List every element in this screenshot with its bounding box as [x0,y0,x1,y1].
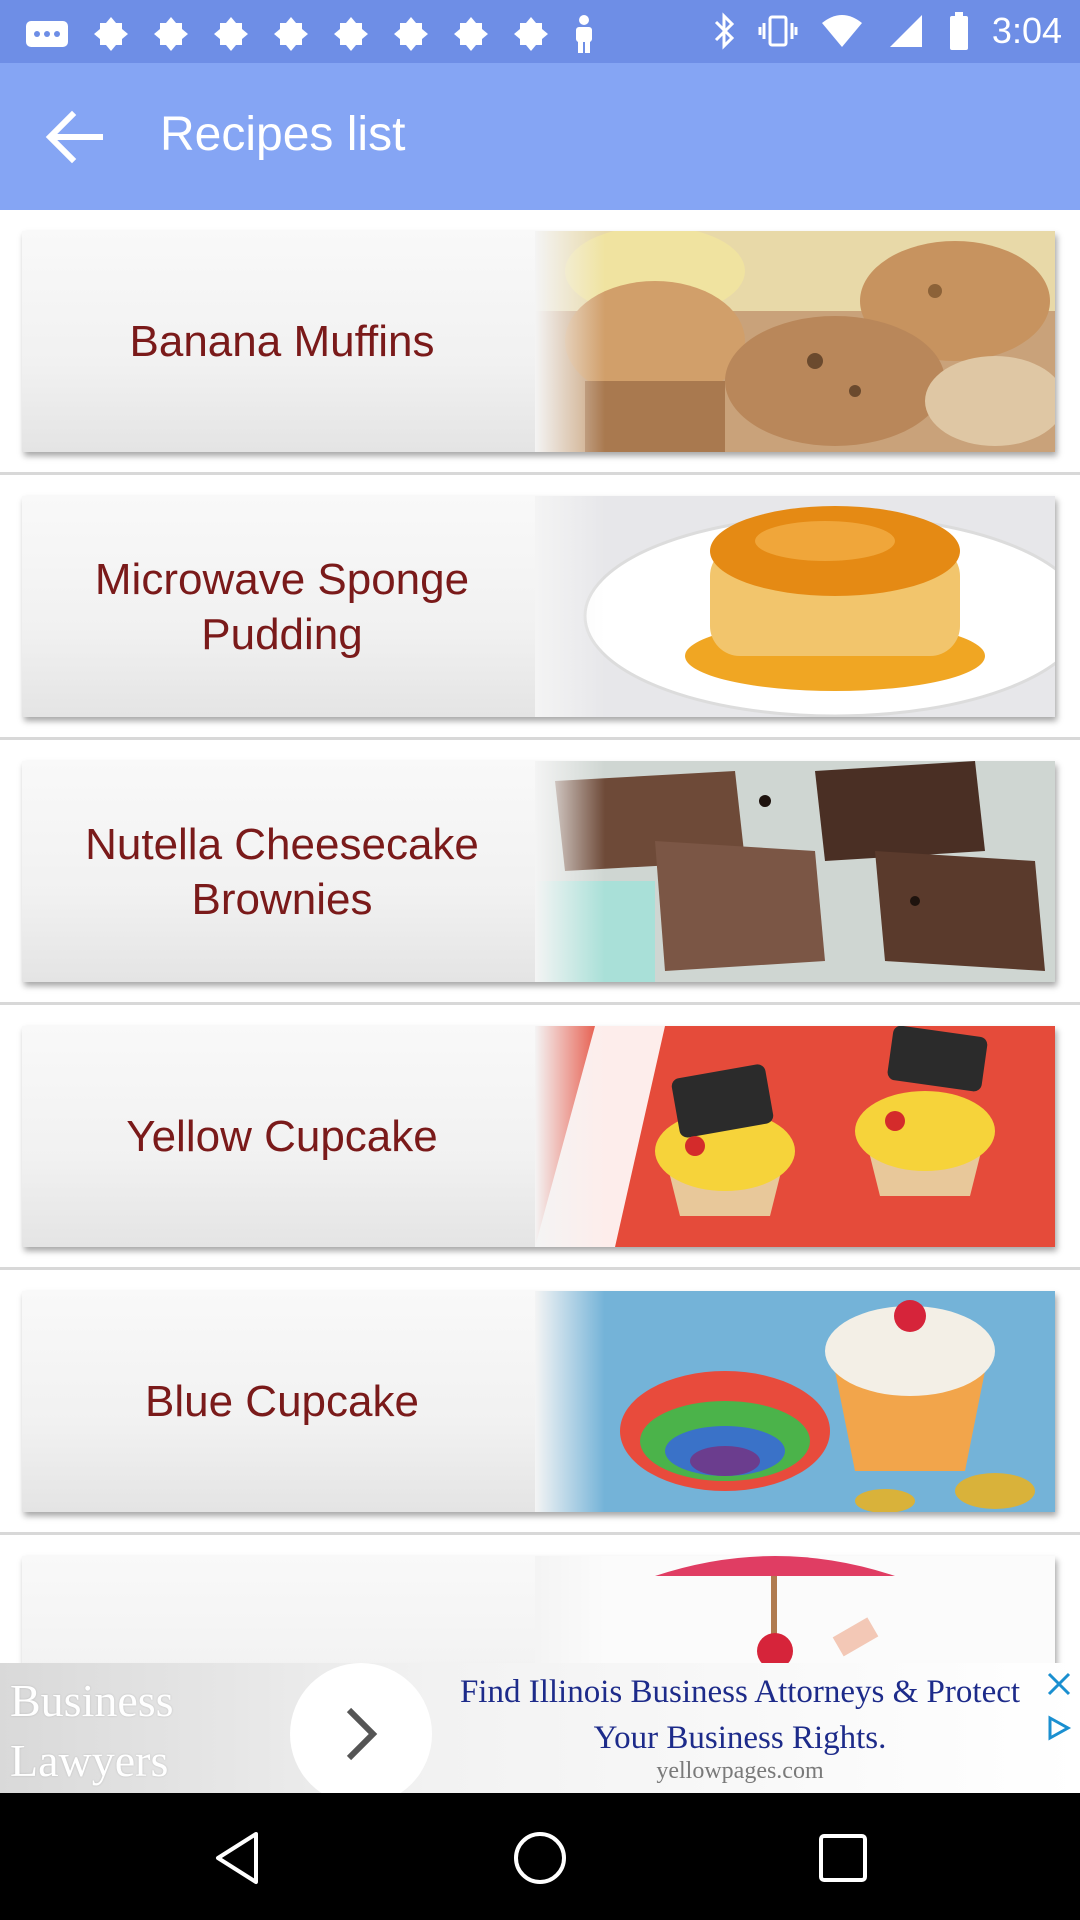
ad-close-button[interactable] [1042,1667,1076,1701]
recipe-card-banana-muffins[interactable]: Banana Muffins [22,231,1055,452]
recipe-card-yellow-cupcake[interactable]: Yellow Cupcake [22,1026,1055,1247]
notification-icon [334,17,368,51]
ad-banner[interactable]: Business Lawyers Find Illinois Business … [0,1663,1080,1793]
recipe-card-brownies[interactable]: Nutella Cheesecake Brownies [22,761,1055,982]
notification-icon [214,17,248,51]
recipe-card-blue-cupcake[interactable]: Blue Cupcake [22,1291,1055,1512]
status-bar: 3:04 [0,0,1080,63]
notification-icon [94,17,128,51]
recipe-title: Yellow Cupcake [126,1112,438,1161]
notification-icon [514,17,548,51]
close-icon [1047,1672,1071,1696]
battery-icon [949,12,968,50]
list-item[interactable]: Yellow Cupcake [0,1005,1080,1270]
signal-icon [889,15,922,47]
brownies-photo [535,761,1055,982]
person-icon [576,15,592,53]
home-circle-icon [514,1832,566,1884]
list-item[interactable]: Microwave Sponge Pudding [0,475,1080,740]
status-notifications [24,14,596,54]
ad-choices-button[interactable] [1042,1711,1076,1745]
ad-url[interactable]: yellowpages.com [450,1758,1030,1785]
ad-arrow-button[interactable] [290,1663,432,1793]
list-item[interactable]: Blue Cupcake [0,1270,1080,1535]
adchoices-icon [1048,1715,1072,1741]
recipe-card-sponge-pudding[interactable]: Microwave Sponge Pudding [22,496,1055,717]
chevron-right-icon [346,1707,378,1761]
recipe-title: Blue Cupcake [145,1377,419,1426]
notification-icon [154,17,188,51]
back-triangle-icon [216,1832,258,1884]
list-item[interactable]: Banana Muffins [0,210,1080,475]
nav-back-button[interactable] [202,1823,272,1893]
vibrate-icon [758,15,798,47]
page-title: Recipes list [160,108,406,161]
notification-icon [274,17,308,51]
ad-left-text: Business Lawyers [10,1675,174,1786]
recipe-title: Banana Muffins [129,317,435,366]
bluetooth-icon [714,12,735,50]
navigation-bar [0,1793,1080,1920]
list-item[interactable]: Nutella Cheesecake Brownies [0,740,1080,1005]
banana-muffins-photo [535,231,1055,452]
recipe-title: Nutella Cheesecake Brownies [85,819,479,924]
more-icon [26,21,68,47]
nav-recents-button[interactable] [808,1823,878,1893]
sponge-pudding-photo [535,496,1055,717]
arrow-back-icon [45,110,103,164]
recipe-title: Microwave Sponge Pudding [94,554,470,659]
recipes-list[interactable]: Banana Muffins Microwave Sponge Pudding … [0,210,1080,1800]
status-system: 3:04 [712,10,1062,52]
recents-square-icon [819,1834,867,1882]
app-bar: Recipes list [0,63,1080,210]
notification-icon [454,17,488,51]
yellow-cupcake-photo [535,1026,1055,1247]
ad-headline[interactable]: Find Illinois Business Attorneys & Prote… [450,1669,1030,1761]
clock: 3:04 [991,10,1062,51]
back-button[interactable] [34,101,114,173]
notification-icon [394,17,428,51]
blue-cupcake-photo [535,1291,1055,1512]
nav-home-button[interactable] [505,1823,575,1893]
wifi-icon [821,15,862,47]
